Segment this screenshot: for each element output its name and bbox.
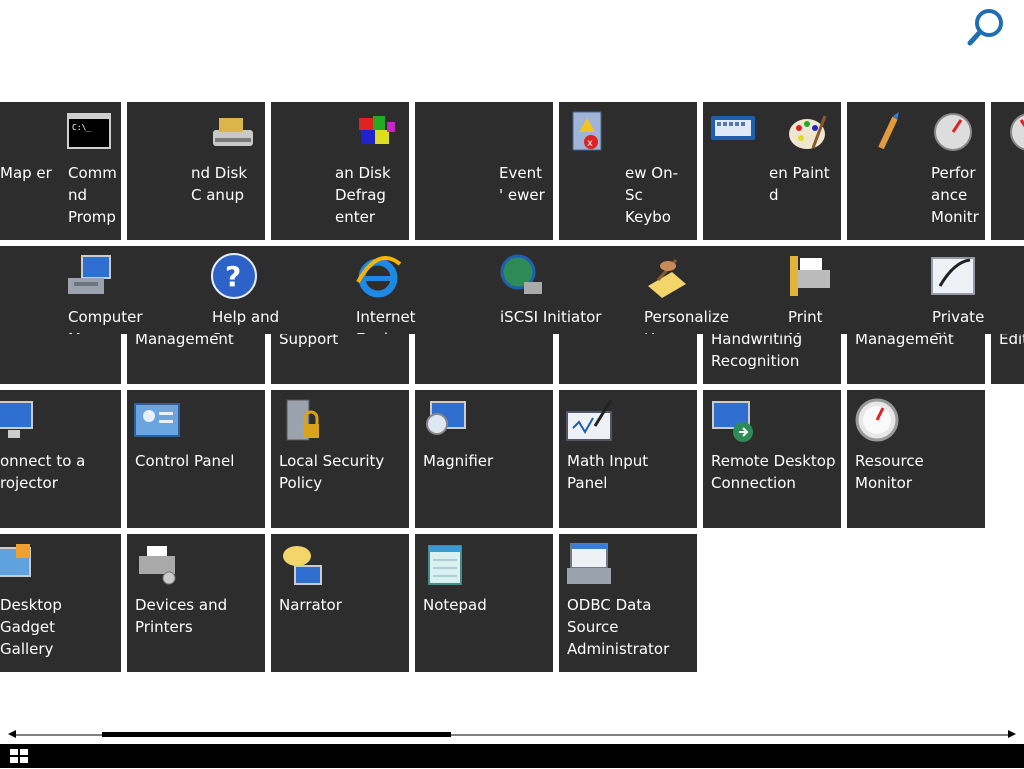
tile-label: Internet Explorer (356, 308, 418, 334)
math-input-icon (565, 396, 613, 444)
horizontal-scrollbar[interactable] (0, 726, 1024, 744)
tile-print[interactable]: Print M (780, 246, 918, 334)
tile-label: Desktop Gadget Gallery (0, 596, 62, 658)
search-icon[interactable] (964, 6, 1008, 50)
tile-label: en Paint d (769, 164, 830, 204)
tile-local-security-policy[interactable]: Local Security Policy (271, 390, 409, 528)
tile-iscsi-initiator[interactable]: iSCSI Initiator (492, 246, 630, 334)
tile-label: Personalize H (644, 308, 730, 334)
tile-internet-explorer[interactable]: Internet Explorer (348, 246, 486, 334)
tile-notepad[interactable]: Notepad (415, 534, 553, 672)
tile-label: Math Input Panel (567, 452, 649, 492)
remote-desktop-icon (709, 396, 757, 444)
tile-computer-management[interactable]: Computer M (60, 246, 198, 334)
tile-performance-monitor[interactable]: Perfor ance Monitr (847, 102, 985, 240)
internet-explorer-icon (354, 252, 402, 300)
tile-label: ew On-Sc Keybo (625, 164, 678, 226)
control-panel-icon (133, 396, 181, 444)
gauge-icon (1005, 108, 1024, 156)
notepad-icon (421, 540, 469, 588)
gadget-icon (0, 540, 36, 588)
tile-label: Magnifier (423, 452, 494, 470)
tile-math-input-panel[interactable]: Math Input Panel (559, 390, 697, 528)
tile-label: Control Panel (135, 452, 235, 470)
tile-connect-projector[interactable]: onnect to a rojector (0, 390, 121, 528)
tile-magnifier[interactable]: Magnifier (415, 390, 553, 528)
iscsi-icon (498, 252, 546, 300)
narrator-icon (277, 540, 325, 588)
tile-label: Comm nd Promp (68, 164, 117, 226)
scrollbar-thumb[interactable] (102, 732, 451, 737)
tile-label: Private Chara (932, 308, 985, 334)
tile-control-panel[interactable]: Control Panel (127, 390, 265, 528)
print-icon (786, 252, 834, 300)
paint-icon (783, 108, 831, 156)
tile-label: iSCSI Initiator (500, 308, 602, 326)
disk-cleanup-icon (209, 108, 257, 156)
tile-command-prompt[interactable]: C:\_ Comm nd Promp (60, 102, 121, 240)
tile-label: Help and S (212, 308, 280, 334)
private-char-icon (930, 252, 978, 300)
tile-disk-defragmenter[interactable]: an Disk Defrag enter (271, 102, 409, 240)
scroll-left-arrow-icon (8, 730, 16, 738)
devices-icon (133, 540, 181, 588)
event-viewer-icon: x (565, 108, 613, 156)
tile-label: Local Security Policy (279, 452, 385, 492)
tile-paint[interactable]: en Paint d (703, 102, 841, 240)
tile-disk-cleanup[interactable]: nd Disk C anup (127, 102, 265, 240)
windows-logo-icon[interactable] (8, 747, 30, 765)
tile-label: ODBC Data Source Administrator (567, 596, 670, 658)
tile-event-viewer[interactable]: Event ' ewer (415, 102, 553, 240)
computer-management-icon (66, 252, 114, 300)
svg-text:x: x (587, 138, 593, 149)
tile-personalize[interactable]: Personalize H (636, 246, 774, 334)
personalize-icon (642, 252, 690, 300)
scroll-right-arrow-icon (1008, 730, 1016, 738)
tile-label: Perfor ance Monitr (931, 164, 979, 226)
tile-label: Computer M (68, 308, 143, 334)
help-icon: ? (210, 252, 258, 300)
magnifier-icon (421, 396, 469, 444)
tile-help-and-support[interactable]: ? Help and S (204, 246, 342, 334)
tile-label: nd Disk C anup (191, 164, 248, 204)
svg-text:C:\_: C:\_ (72, 123, 91, 132)
pencil-icon (873, 108, 921, 156)
odbc-icon (565, 540, 613, 588)
tile-odbc[interactable]: ODBC Data Source Administrator (559, 534, 697, 672)
svg-text:?: ? (225, 260, 241, 293)
tile-label: Remote Desktop Connection (711, 452, 836, 492)
tile-devices-and-printers[interactable]: Devices and Printers (127, 534, 265, 672)
projector-icon (0, 396, 38, 444)
tile-label: Devices and Printers (135, 596, 228, 636)
tile-label: Resource Monitor (855, 452, 924, 492)
defrag-icon (353, 108, 401, 156)
tile-label: Handwriting Recognition (711, 330, 803, 370)
tile-label: Narrator (279, 596, 342, 614)
keyboard-icon (709, 108, 757, 156)
resource-monitor-icon (853, 396, 901, 444)
tile-resource-monitor[interactable]: Resource Monitor (847, 390, 985, 528)
tile-label: onnect to a rojector (0, 452, 86, 492)
tile-label: an Disk Defrag enter (335, 164, 391, 226)
tile-label: Print M (788, 308, 823, 334)
tile-front-0 (0, 246, 54, 334)
security-policy-icon (277, 396, 325, 444)
tile-private-character-editor[interactable]: Private Chara (924, 246, 1024, 334)
tile-remote-desktop[interactable]: Remote Desktop Connection (703, 390, 841, 528)
tile-on-screen-keyboard[interactable]: x ew On-Sc Keybo (559, 102, 697, 240)
taskbar (0, 744, 1024, 768)
tile-narrator[interactable]: Narrator (271, 534, 409, 672)
command-prompt-icon: C:\_ (66, 108, 114, 156)
tile-label: Notepad (423, 596, 487, 614)
tile-extra[interactable] (991, 102, 1024, 240)
performance-icon (929, 108, 977, 156)
tile-label: Event ' ewer (499, 164, 545, 204)
tile-desktop-gadget-gallery[interactable]: Desktop Gadget Gallery (0, 534, 121, 672)
